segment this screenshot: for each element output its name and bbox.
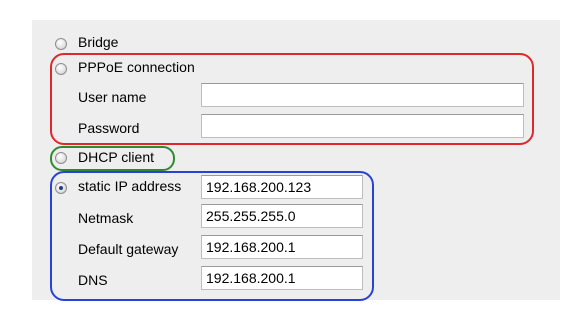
- bridge-label: Bridge: [78, 34, 119, 50]
- username-label: User name: [78, 89, 147, 105]
- pppoe-radio[interactable]: [55, 63, 67, 75]
- dns-label: DNS: [78, 272, 108, 288]
- netmask-input[interactable]: [201, 204, 363, 228]
- ip-address-input[interactable]: [201, 175, 363, 199]
- static-ip-radio[interactable]: [55, 182, 67, 194]
- pppoe-label: PPPoE connection: [78, 59, 195, 75]
- gateway-label: Default gateway: [78, 241, 179, 257]
- dhcp-label: DHCP client: [78, 149, 154, 165]
- dhcp-radio[interactable]: [55, 152, 67, 164]
- password-label: Password: [78, 120, 140, 136]
- bridge-radio[interactable]: [55, 38, 67, 50]
- password-input[interactable]: [201, 114, 524, 138]
- static-ip-label: static IP address: [78, 178, 182, 194]
- netmask-label: Netmask: [78, 210, 134, 226]
- dns-input[interactable]: [201, 266, 363, 290]
- username-input[interactable]: [201, 83, 524, 107]
- gateway-input[interactable]: [201, 235, 363, 259]
